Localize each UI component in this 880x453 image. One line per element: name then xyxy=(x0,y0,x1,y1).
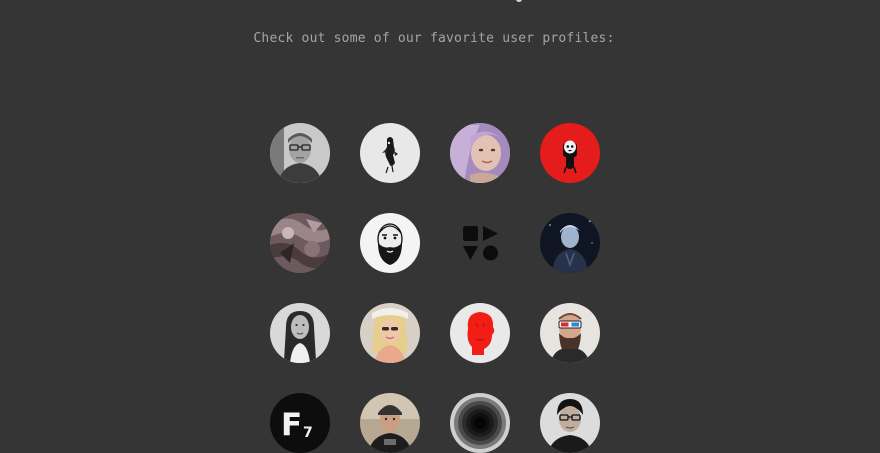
man-beanie-icon xyxy=(360,393,420,453)
abstract-pattern-icon xyxy=(270,213,330,273)
profile-avatar-11[interactable] xyxy=(450,303,510,363)
profile-avatar-6[interactable] xyxy=(360,213,420,273)
profile-avatar-15[interactable] xyxy=(450,393,510,453)
concentric-rings-icon xyxy=(450,393,510,453)
man-dark-night-icon xyxy=(540,213,600,273)
profile-avatar-9[interactable] xyxy=(270,303,330,363)
profile-avatar-7[interactable] xyxy=(450,213,510,273)
man-3d-glasses-icon xyxy=(540,303,600,363)
svg-text:7: 7 xyxy=(303,425,313,441)
man-glasses-dark-hair-icon xyxy=(540,393,600,453)
svg-text:F: F xyxy=(281,407,302,443)
profile-avatar-16[interactable] xyxy=(540,393,600,453)
profile-avatar-12[interactable] xyxy=(540,303,600,363)
blonde-woman-selfie-icon xyxy=(360,303,420,363)
profile-grid: F 7 xyxy=(270,123,600,453)
profile-avatar-3[interactable] xyxy=(450,123,510,183)
bearded-man-sketch-icon xyxy=(360,213,420,273)
red-skull-character-icon xyxy=(540,123,600,183)
f7-logo-icon: F 7 xyxy=(270,393,330,453)
red-head-silhouette-icon xyxy=(450,303,510,363)
woman-long-hair-icon xyxy=(270,303,330,363)
heading-fragment xyxy=(516,0,522,2)
profile-avatar-8[interactable] xyxy=(540,213,600,273)
profile-avatar-5[interactable] xyxy=(270,213,330,273)
profile-avatar-10[interactable] xyxy=(360,303,420,363)
woman-purple-hair-icon xyxy=(450,123,510,183)
profile-avatar-1[interactable] xyxy=(270,123,330,183)
profile-avatar-13[interactable]: F 7 xyxy=(270,393,330,453)
profile-avatar-14[interactable] xyxy=(360,393,420,453)
ink-figure-icon xyxy=(360,123,420,183)
geometric-shapes-icon xyxy=(450,213,510,273)
section-subtitle: Check out some of our favorite user prof… xyxy=(253,31,615,46)
profile-avatar-2[interactable] xyxy=(360,123,420,183)
profile-avatar-4[interactable] xyxy=(540,123,600,183)
man-glasses-icon xyxy=(270,123,330,183)
